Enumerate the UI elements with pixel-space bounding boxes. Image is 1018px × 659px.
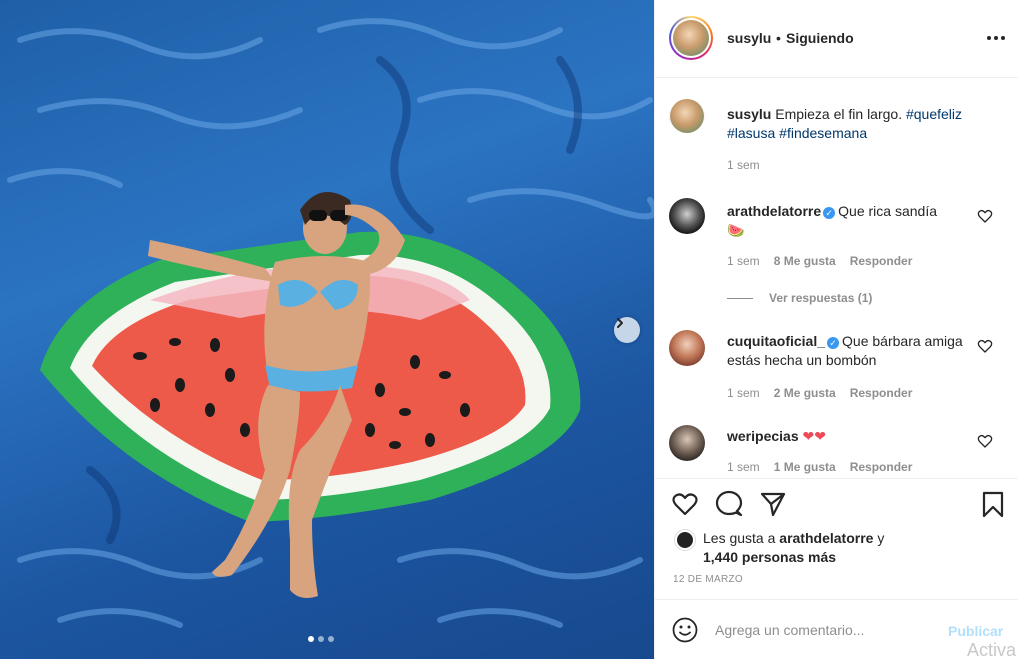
liker-username[interactable]: arathdelatorre — [779, 530, 873, 546]
watermelon-emoji: 🍉 — [727, 222, 745, 238]
comment-time[interactable]: 1 sem — [727, 254, 760, 268]
post-actions: Les gusta a arathdelatorre y 1,440 perso… — [655, 478, 1018, 599]
activation-watermark: Activa — [967, 640, 1017, 659]
carousel-dot — [308, 636, 314, 642]
carousel-dot — [318, 636, 324, 642]
commenter-avatar[interactable] — [669, 330, 705, 366]
caption-avatar[interactable] — [669, 97, 705, 135]
likes-others-link[interactable]: 1,440 personas más — [703, 549, 836, 565]
share-icon[interactable] — [759, 490, 787, 518]
publish-button[interactable]: Publicar — [948, 623, 1003, 639]
comment-meta: 1 sem 1 Me gusta Responder — [727, 460, 912, 474]
hashtag-link[interactable]: #lasusa — [727, 125, 775, 141]
liker-avatar[interactable] — [675, 530, 695, 550]
comment-text: cuquitaoficial_ ✓ Que bárbara amiga estás … — [727, 332, 977, 370]
carousel-dot — [328, 636, 334, 642]
following-button[interactable]: Siguiendo — [786, 30, 854, 46]
like-heart-icon[interactable] — [671, 490, 699, 518]
verified-badge-icon: ✓ — [827, 337, 840, 349]
comment-time[interactable]: 1 sem — [727, 460, 760, 474]
comments-list[interactable]: susylu Empieza el fin largo. #quefeliz #… — [655, 79, 1018, 477]
view-replies-label: Ver respuestas (1) — [769, 291, 873, 305]
more-options-button[interactable] — [985, 27, 1007, 49]
caption-body: Empieza el fin largo. — [775, 106, 903, 122]
caption-username[interactable]: susylu — [727, 106, 771, 122]
author-username[interactable]: susylu — [727, 30, 771, 46]
commenter-username[interactable]: cuquitaoficial_ — [727, 333, 825, 349]
post-details-panel: susylu • Siguiendo susylu Empieza el fin… — [654, 0, 1018, 659]
emoji-smiley-icon[interactable] — [671, 616, 699, 644]
comment-meta: 1 sem 8 Me gusta Responder — [727, 254, 912, 268]
comment-time[interactable]: 1 sem — [727, 386, 760, 400]
add-comment-bar: Publicar Activa — [655, 599, 1018, 659]
reply-button[interactable]: Responder — [850, 460, 913, 474]
caption-meta: 1 sem — [727, 158, 760, 172]
hashtag-link[interactable]: #quefeliz — [906, 106, 962, 122]
header-separator: • — [776, 30, 781, 46]
comment-likes[interactable]: 8 Me gusta — [774, 254, 836, 268]
chevron-right-icon — [617, 318, 623, 328]
commenter-username[interactable]: arathdelatorre — [727, 203, 821, 219]
more-horizontal-icon — [987, 36, 1005, 40]
like-comment-icon[interactable] — [977, 208, 993, 224]
commenter-avatar[interactable] — [669, 198, 705, 234]
reply-button[interactable]: Responder — [850, 254, 913, 268]
next-photo-button[interactable] — [614, 317, 640, 343]
post-header: susylu • Siguiendo — [655, 0, 1018, 78]
caption-text: susylu Empieza el fin largo. #quefeliz #… — [727, 105, 977, 143]
hashtag-link[interactable]: #findesemana — [779, 125, 867, 141]
post-photo[interactable] — [0, 0, 654, 659]
comment-text: arathdelatorre ✓ Que rica sandía 🍉 — [727, 202, 977, 240]
comment-likes[interactable]: 1 Me gusta — [774, 460, 836, 474]
commenter-avatar[interactable] — [669, 425, 705, 461]
likes-joiner: y — [877, 530, 885, 546]
photo-illustration — [7, 18, 654, 628]
caption-time[interactable]: 1 sem — [727, 158, 760, 172]
post-date[interactable]: 12 DE MARZO — [673, 574, 743, 585]
comment-input[interactable] — [715, 618, 935, 642]
comment-body: Que rica sandía — [838, 203, 937, 219]
carousel-indicator — [308, 636, 334, 642]
view-replies-button[interactable]: Ver respuestas (1) — [727, 291, 872, 305]
hearts-emoji: ❤❤ — [802, 428, 826, 444]
like-comment-icon[interactable] — [977, 433, 993, 449]
replies-divider — [727, 297, 753, 299]
save-bookmark-icon[interactable] — [979, 490, 1007, 518]
reply-button[interactable]: Responder — [850, 386, 913, 400]
commenter-username[interactable]: weripecias — [727, 428, 799, 444]
author-avatar[interactable] — [669, 16, 713, 60]
like-comment-icon[interactable] — [977, 338, 993, 354]
comment-icon[interactable] — [715, 490, 743, 518]
comment-meta: 1 sem 2 Me gusta Responder — [727, 386, 912, 400]
comment-likes[interactable]: 2 Me gusta — [774, 386, 836, 400]
likes-prefix: Les gusta a — [703, 530, 776, 546]
verified-badge-icon: ✓ — [823, 207, 836, 219]
comment-text: weripecias ❤❤ — [727, 427, 977, 446]
